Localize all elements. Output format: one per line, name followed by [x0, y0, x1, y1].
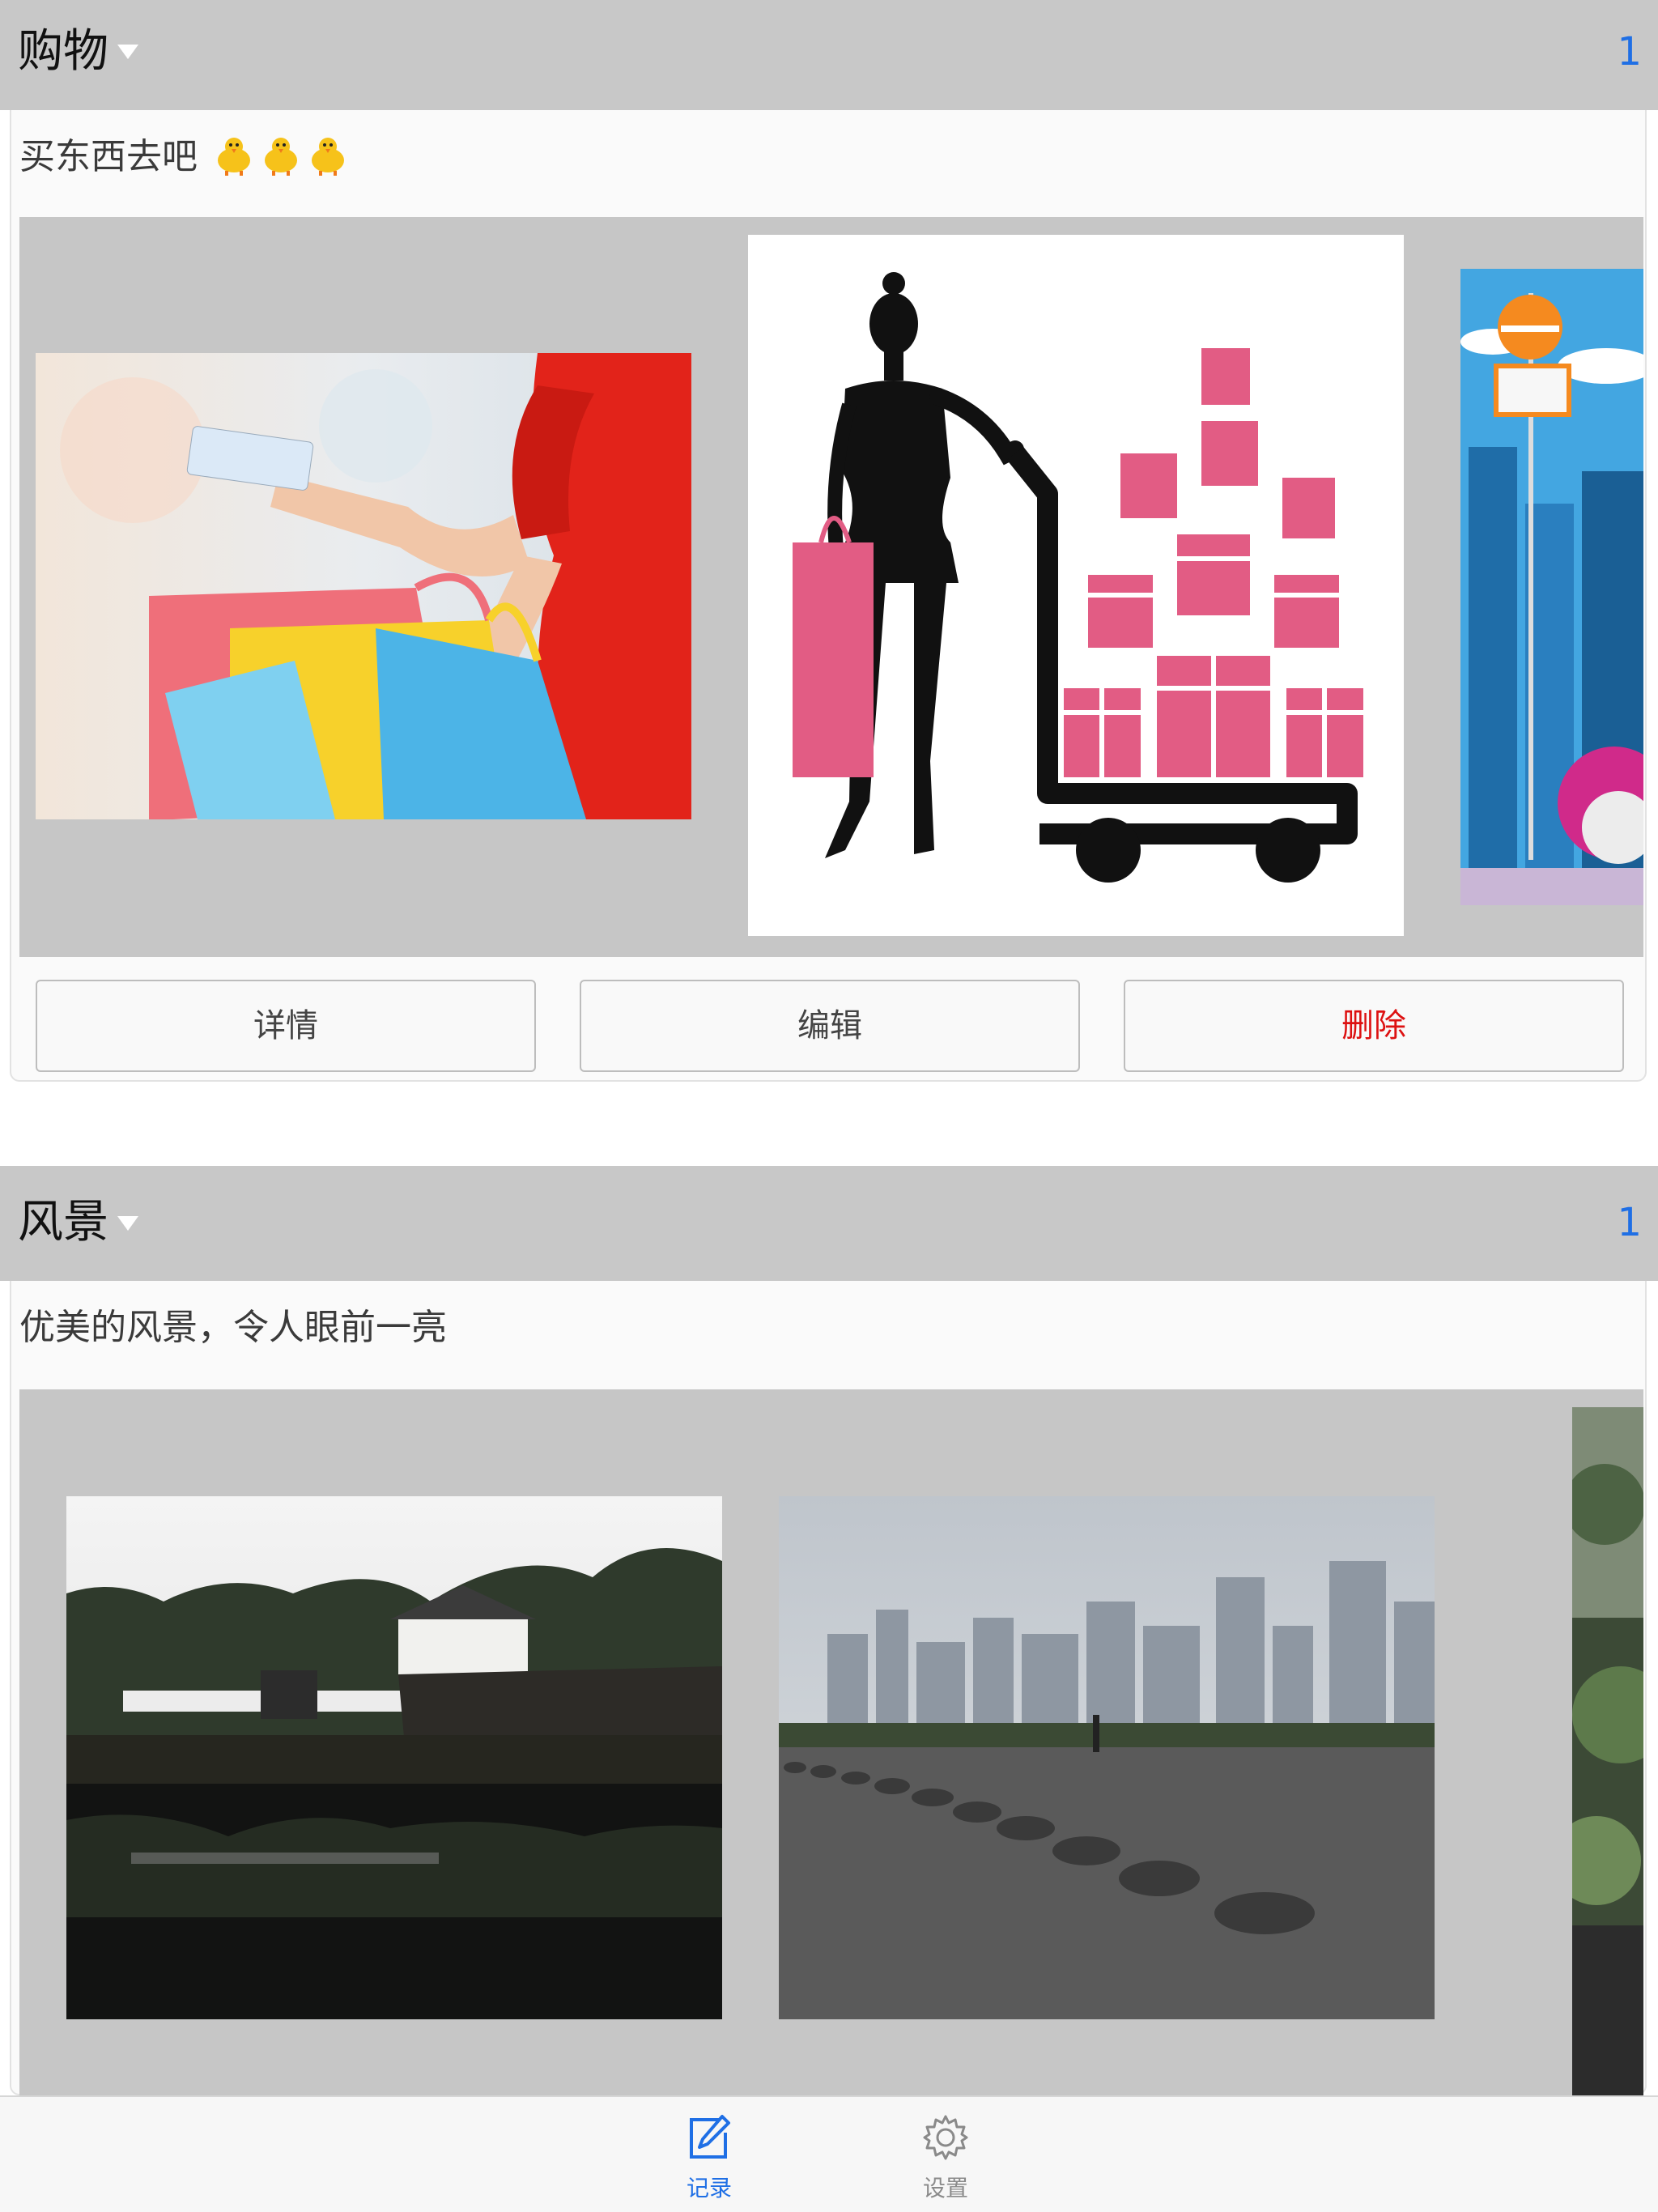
chick-emoji-icon — [212, 133, 256, 177]
caret-down-icon[interactable] — [117, 1216, 138, 1231]
photo-thumbnail[interactable] — [779, 1496, 1435, 2019]
card-actions: 详情 编辑 删除 — [11, 980, 1648, 1072]
caret-down-icon[interactable] — [117, 45, 138, 59]
chick-emoji-icon — [259, 133, 303, 177]
record-card-shopping: 买东西去吧 详情 编辑 删除 — [10, 110, 1647, 1082]
section-header-shopping[interactable]: 购物 1 — [0, 0, 1658, 110]
section-count[interactable]: 1 — [1617, 26, 1642, 78]
detail-button[interactable]: 详情 — [36, 980, 536, 1072]
record-card-scenery: 优美的风景，令人眼前一亮 — [10, 1281, 1647, 2095]
photo-thumbnail[interactable] — [748, 235, 1404, 936]
edit-button[interactable]: 编辑 — [580, 980, 1080, 1072]
tab-settings[interactable]: 设置 — [889, 2097, 1002, 2212]
photo-thumbnail[interactable] — [36, 353, 691, 819]
record-description: 买东西去吧 — [19, 133, 350, 181]
tab-label: 记录 — [686, 2175, 732, 2201]
section-count[interactable]: 1 — [1617, 1197, 1642, 1249]
edit-icon — [685, 2113, 733, 2162]
record-description-text: 买东西去吧 — [19, 136, 198, 177]
section-title: 风景 — [18, 1196, 108, 1249]
section-header-scenery[interactable]: 风景 1 — [0, 1166, 1658, 1281]
screen: 购物 1 买东西去吧 详情 编辑 删除 风景 1 优美的风景，令人眼前一亮 记录… — [0, 0, 1658, 2212]
tab-bar: 记录 设置 — [0, 2095, 1658, 2212]
photo-thumbnail[interactable] — [1572, 1407, 1643, 2095]
chick-emoji-icon — [306, 133, 350, 177]
delete-button[interactable]: 删除 — [1124, 980, 1624, 1072]
record-description: 优美的风景，令人眼前一亮 — [19, 1307, 447, 1348]
photo-thumbnail[interactable] — [1460, 269, 1643, 905]
photo-gallery[interactable] — [19, 1389, 1643, 2095]
photo-thumbnail[interactable] — [66, 1496, 722, 2019]
tab-records[interactable]: 记录 — [653, 2097, 766, 2212]
section-title: 购物 — [18, 25, 108, 78]
photo-gallery[interactable] — [19, 217, 1643, 957]
tab-label: 设置 — [922, 2175, 968, 2201]
gear-icon — [921, 2113, 970, 2162]
